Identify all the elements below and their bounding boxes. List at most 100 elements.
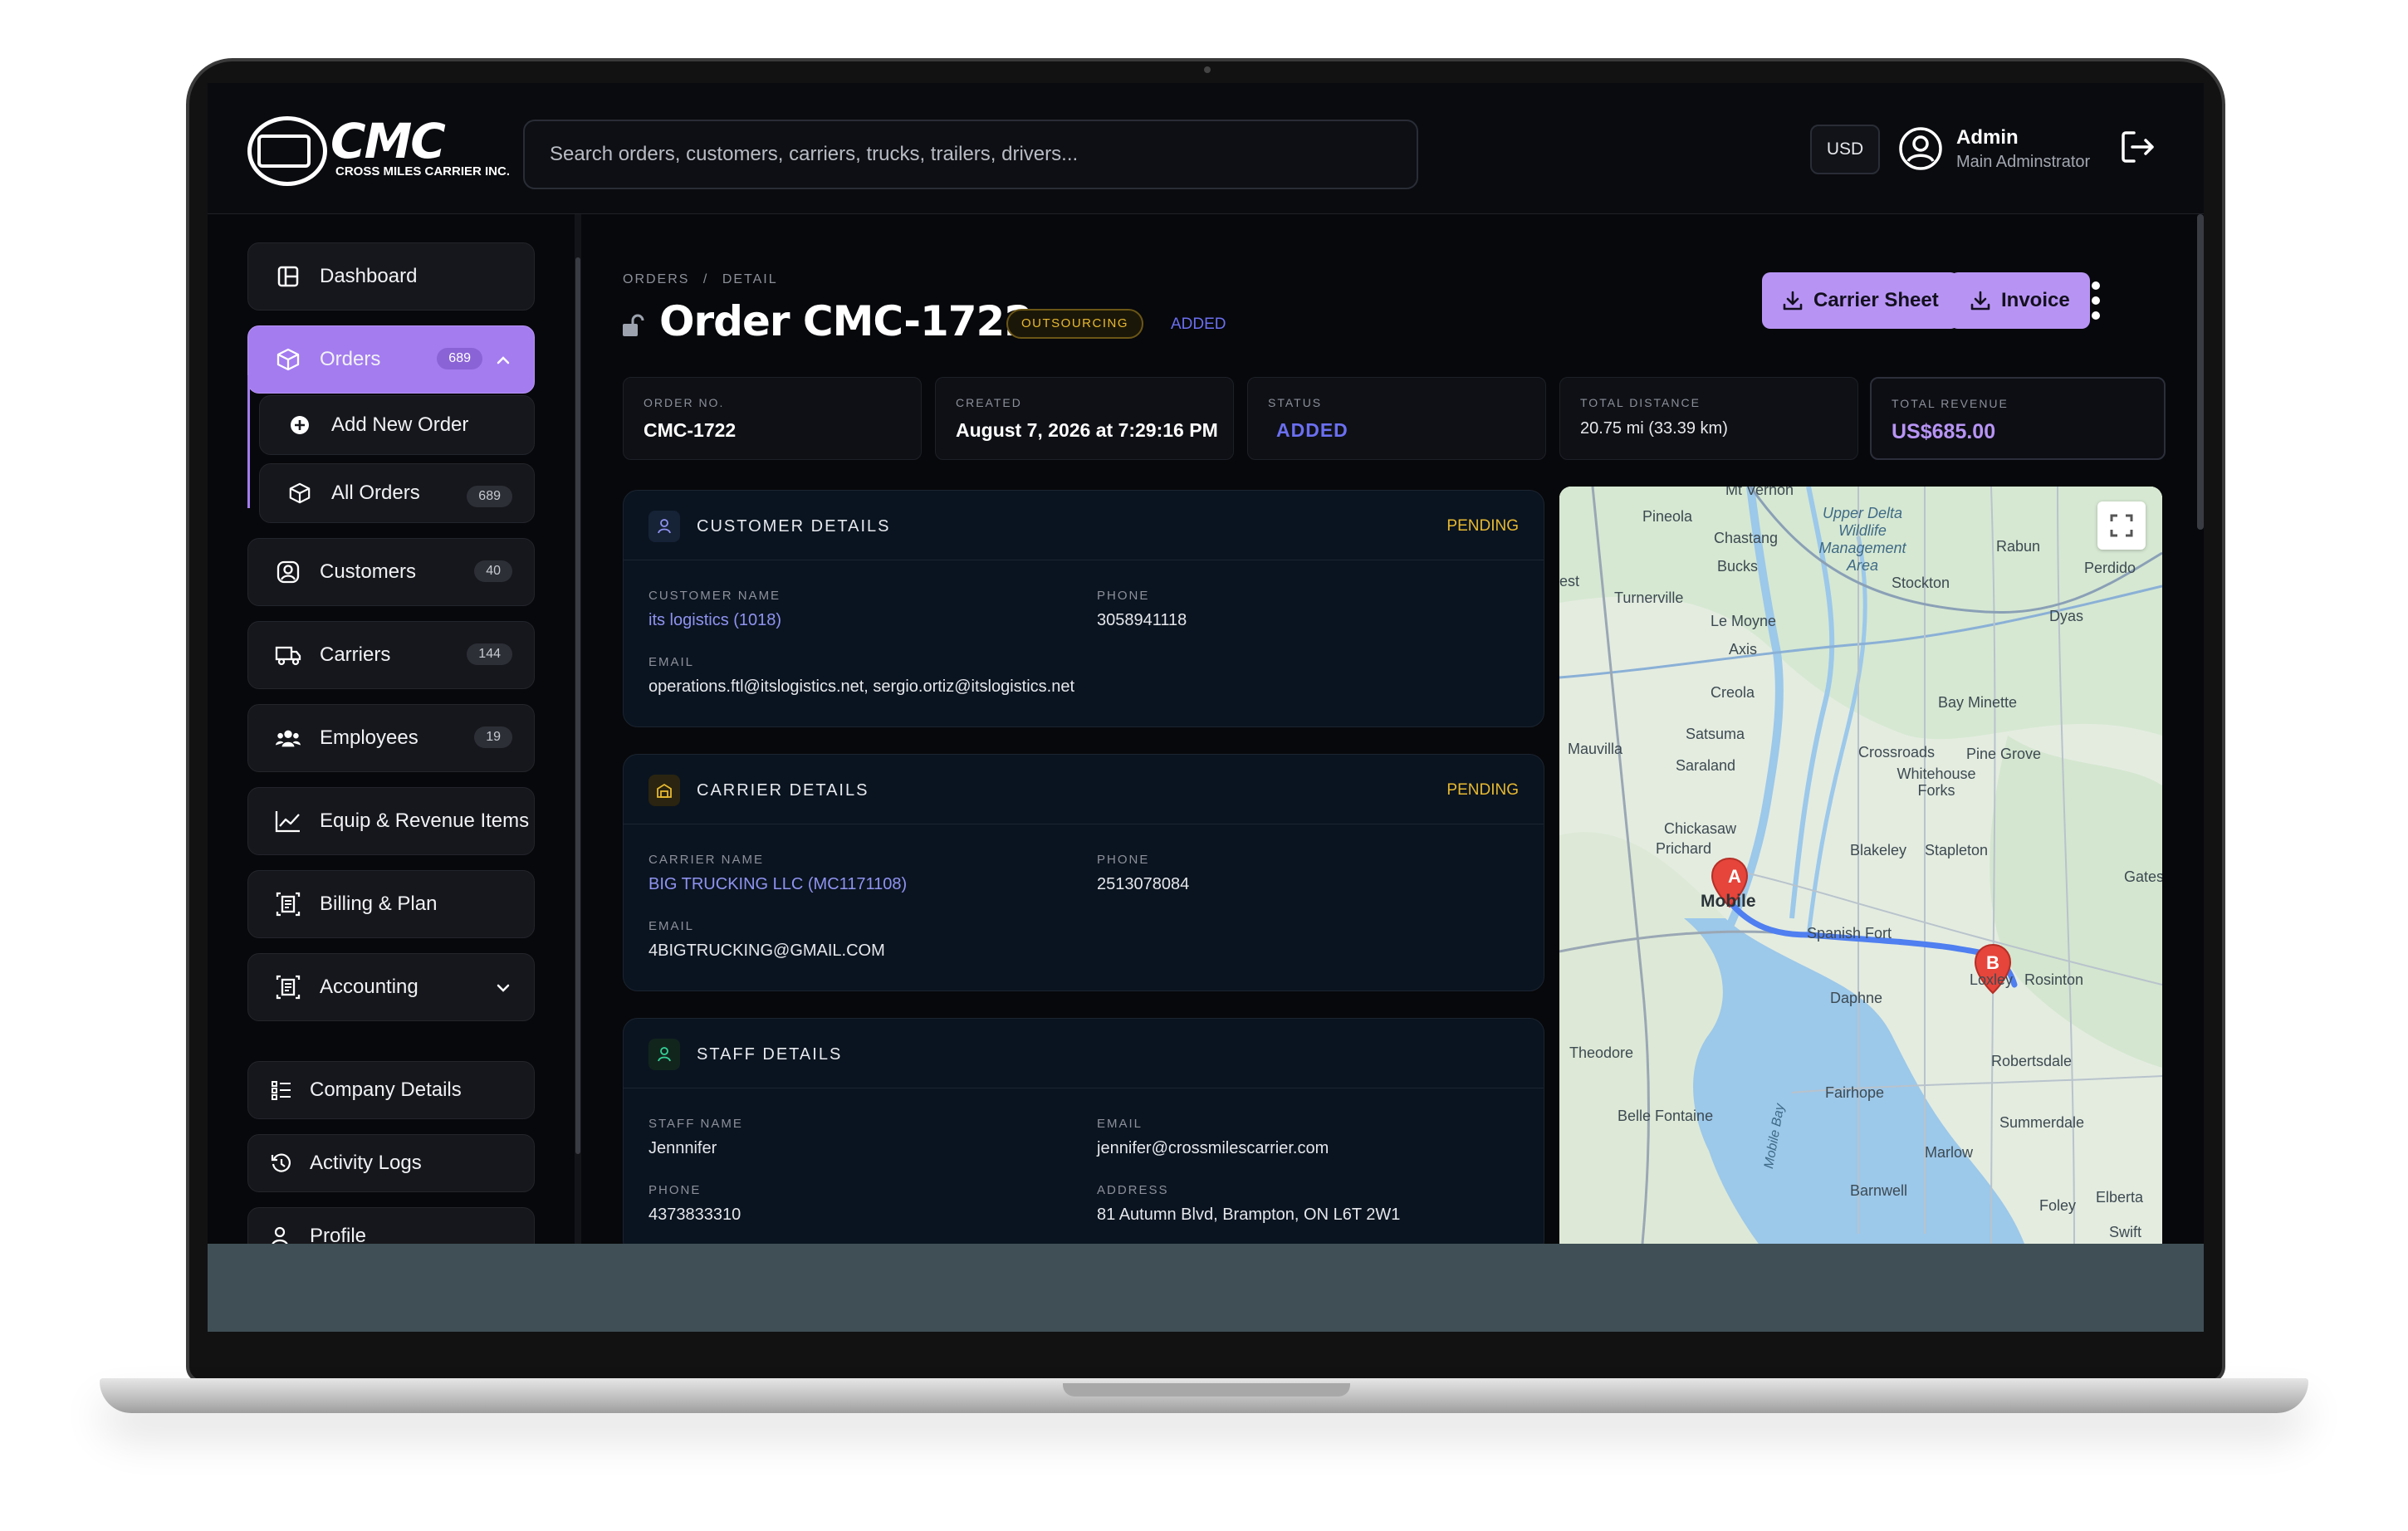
map-place-label: Mt Vernon	[1725, 487, 1794, 498]
sidebar-item-all-orders[interactable]: All Orders 689	[259, 463, 535, 523]
field-label: PHONE	[1097, 589, 1150, 603]
currency-selector[interactable]: USD	[1810, 125, 1880, 174]
customer-details-card: CUSTOMER DETAILS PENDING CUSTOMER NAME i…	[623, 490, 1544, 727]
stat-value: 20.75 mi (33.39 km)	[1580, 419, 1728, 438]
search-input[interactable]	[525, 121, 1417, 188]
history-icon	[268, 1150, 295, 1176]
sidebar-item-equip-revenue[interactable]: Equip & Revenue Items	[247, 787, 535, 855]
chevron-up-icon[interactable]	[496, 353, 511, 368]
field-label: CUSTOMER NAME	[648, 589, 781, 603]
sidebar-scroll-thumb[interactable]	[575, 257, 580, 1154]
map-place-label: Theodore	[1569, 1044, 1634, 1061]
user-avatar-icon[interactable]	[1898, 126, 1943, 171]
sidebar-item-billing-plan[interactable]: Billing & Plan	[247, 870, 535, 938]
breadcrumb-orders[interactable]: ORDERS	[623, 272, 689, 286]
map-fullscreen-button[interactable]	[2097, 501, 2146, 550]
main-scroll-thumb[interactable]	[2197, 214, 2204, 530]
map-place-label: Axis	[1729, 641, 1758, 658]
stat-total-revenue: TOTAL REVENUE US$685.00	[1870, 377, 2166, 460]
customers-count-badge: 40	[474, 560, 512, 582]
map-place-label: Summerdale	[1999, 1114, 2085, 1131]
map-place-label: Swift	[2109, 1224, 2142, 1240]
stat-label: TOTAL REVENUE	[1892, 397, 2009, 410]
user-name: Admin	[1956, 126, 2019, 149]
card-title: STAFF DETAILS	[697, 1045, 843, 1064]
sidebar-item-orders[interactable]: Orders 689	[247, 325, 535, 394]
field-label: EMAIL	[1097, 1117, 1143, 1131]
staff-details-card: STAFF DETAILS STAFF NAME Jennnifer EMAIL…	[623, 1018, 1544, 1255]
status-badge: PENDING	[1446, 517, 1519, 535]
carrier-email-field: EMAIL 4BIGTRUCKING@GMAIL.COM	[648, 919, 885, 961]
sidebar-item-activity-logs[interactable]: Activity Logs	[247, 1134, 535, 1192]
map-place-label: Turnerville	[1614, 589, 1684, 606]
stat-total-distance: TOTAL DISTANCE 20.75 mi (33.39 km)	[1559, 377, 1858, 460]
map-place-label: Marlow	[1925, 1144, 1974, 1161]
field-label: PHONE	[1097, 853, 1150, 867]
carrier-sheet-button[interactable]: Carrier Sheet	[1762, 272, 1959, 329]
map-place-label: Spanish Fort	[1807, 925, 1892, 942]
receipt-icon	[275, 974, 301, 1000]
sidebar-item-company-details[interactable]: Company Details	[247, 1061, 535, 1119]
chevron-down-icon[interactable]	[496, 981, 511, 995]
staff-email-field: EMAIL jennifer@crossmilescarrier.com	[1097, 1117, 1329, 1158]
staff-address-field: ADDRESS 81 Autumn Blvd, Brampton, ON L6T…	[1097, 1183, 1400, 1225]
map-place-label: Fairhope	[1825, 1084, 1885, 1101]
stat-value: CMC-1722	[644, 419, 737, 441]
map-place-label: Gatesw	[2124, 868, 2162, 885]
stat-status: STATUS ADDED	[1247, 377, 1546, 460]
map-place-label: Whitehouse Forks	[1897, 766, 1976, 799]
card-title: CARRIER DETAILS	[697, 781, 869, 800]
sidebar-item-label: Customers	[320, 560, 417, 583]
logout-icon[interactable]	[2117, 126, 2159, 168]
sidebar-item-label: All Orders	[331, 482, 420, 504]
carriers-count-badge: 144	[467, 643, 512, 665]
stat-value: ADDED	[1276, 419, 1348, 441]
customer-name-link[interactable]: its logistics (1018)	[648, 611, 781, 630]
map-place-label: Dyas	[2049, 608, 2084, 624]
map-place-label: Daphne	[1830, 990, 1883, 1006]
unlock-icon[interactable]	[621, 314, 646, 339]
field-label: EMAIL	[648, 919, 695, 933]
submenu-indicator	[247, 375, 250, 508]
company-logo[interactable]: CMC CROSS MILES CARRIER INC.	[247, 113, 510, 189]
global-search[interactable]	[523, 120, 1418, 189]
field-label: CARRIER NAME	[648, 853, 765, 867]
sidebar-item-label: Equip & Revenue Items	[320, 810, 530, 832]
more-options-icon[interactable]	[2086, 279, 2106, 322]
sidebar-item-add-new-order[interactable]: Add New Order	[259, 395, 535, 455]
top-header: CMC CROSS MILES CARRIER INC. USD Admin M…	[208, 83, 2204, 214]
breadcrumb-separator: /	[702, 272, 709, 286]
sidebar-item-employees[interactable]: Employees 19	[247, 704, 535, 772]
card-header: CARRIER DETAILS PENDING	[624, 755, 1544, 824]
carrier-phone-field: PHONE 2513078084	[1097, 853, 1189, 894]
status-badge: PENDING	[1446, 781, 1519, 799]
stat-value: August 7, 2026 at 7:29:16 PM	[956, 419, 1218, 441]
order-state-label: ADDED	[1171, 315, 1226, 333]
plus-circle-icon	[286, 412, 313, 438]
sidebar-item-label: Accounting	[320, 976, 418, 998]
carrier-name-link[interactable]: BIG TRUCKING LLC (MC1171108)	[648, 875, 907, 894]
field-value: jennifer@crossmilescarrier.com	[1097, 1139, 1329, 1157]
map-place-label: Perdido	[2084, 560, 2136, 576]
outsourcing-badge: OUTSOURCING	[1006, 309, 1143, 339]
field-label: STAFF NAME	[648, 1117, 743, 1131]
invoice-button[interactable]: Invoice	[1950, 272, 2090, 329]
dashboard-icon	[275, 263, 301, 290]
route-map[interactable]: A B Mt Vernon Pineola Chastang Upper Del…	[1559, 487, 2162, 1244]
download-icon	[1970, 291, 1990, 311]
person-icon	[648, 511, 680, 542]
map-place-label: Pineola	[1642, 508, 1693, 525]
box-icon	[275, 346, 301, 373]
sidebar-item-label: Activity Logs	[310, 1152, 422, 1174]
sidebar-item-carriers[interactable]: Carriers 144	[247, 621, 535, 689]
map-place-label: Chickasaw	[1664, 820, 1737, 837]
carrier-details-card: CARRIER DETAILS PENDING CARRIER NAME BIG…	[623, 754, 1544, 991]
sidebar-item-customers[interactable]: Customers 40	[247, 538, 535, 606]
stat-order-no: ORDER NO. CMC-1722	[623, 377, 922, 460]
sidebar-item-accounting[interactable]: Accounting	[247, 953, 535, 1021]
sidebar-item-label: Orders	[320, 348, 381, 370]
staff-name-field: STAFF NAME Jennnifer	[648, 1117, 743, 1158]
map-place-label: Stapleton	[1925, 842, 1989, 858]
sidebar-item-dashboard[interactable]: Dashboard	[247, 242, 535, 311]
page-title: Order CMC-1722	[659, 297, 1033, 345]
